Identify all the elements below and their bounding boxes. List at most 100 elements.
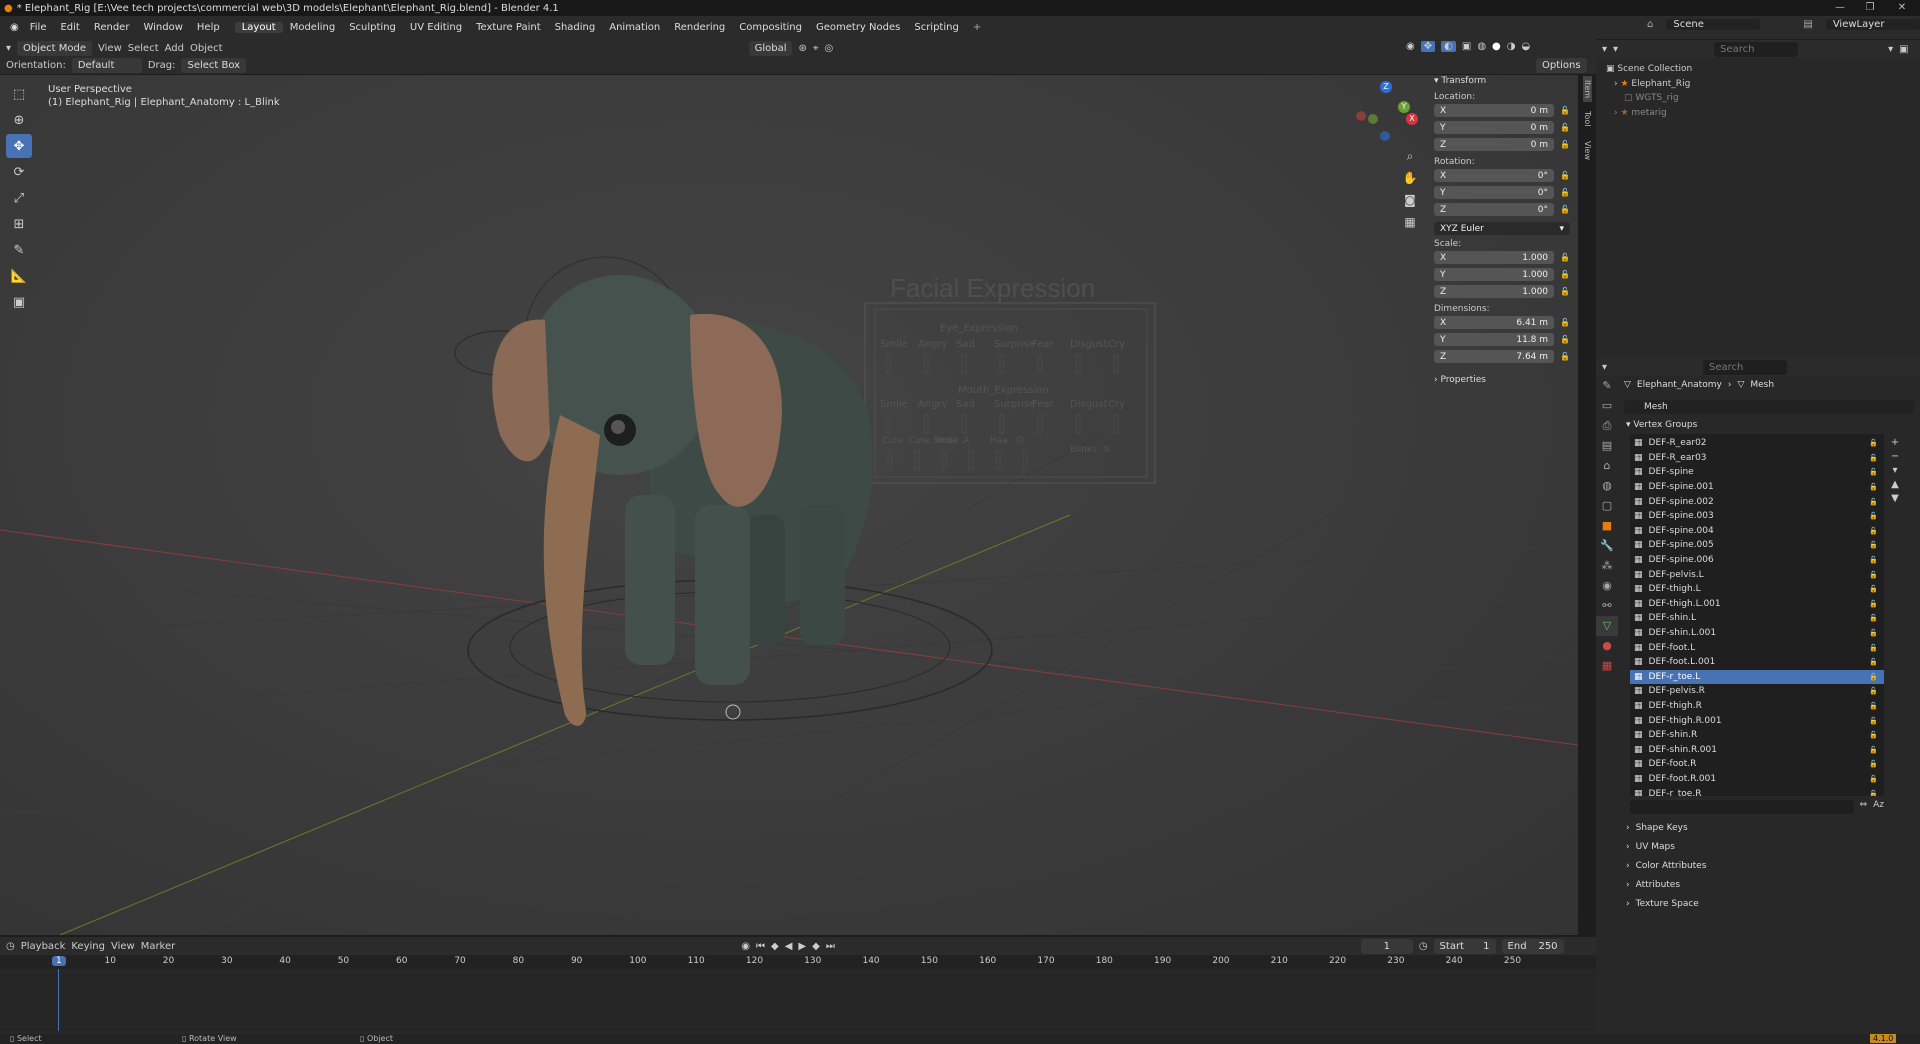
expression-slider[interactable] xyxy=(995,450,1001,470)
keyframe-area[interactable] xyxy=(0,969,1596,1031)
facial-expression-board[interactable]: Facial Expression Eye_Expression Mouth_E… xyxy=(864,273,1156,484)
transform-tool-icon[interactable]: ⊞ xyxy=(6,212,32,236)
xray-icon[interactable]: ▣ xyxy=(1462,41,1471,52)
properties-search-input[interactable]: Search xyxy=(1703,359,1788,375)
panel-attributes[interactable]: › Attributes xyxy=(1616,875,1916,894)
move-tool-icon[interactable]: ✥ xyxy=(6,134,32,158)
vertex-group-row[interactable]: ▦ DEF-spine.003 🔓 xyxy=(1630,509,1884,524)
vertex-group-row[interactable]: ▦ DEF-shin.R 🔓 xyxy=(1630,728,1884,743)
world-tab-icon[interactable]: ◍ xyxy=(1596,476,1618,496)
add-cube-tool-icon[interactable]: ▣ xyxy=(6,290,32,314)
mesh-name-field[interactable]: Mesh xyxy=(1624,400,1914,414)
expression-slider[interactable] xyxy=(941,450,947,470)
panel-uv-maps[interactable]: › UV Maps xyxy=(1616,837,1916,856)
playhead[interactable] xyxy=(58,969,59,1031)
view-menu[interactable]: View xyxy=(111,941,135,952)
lock-icon[interactable]: 🔓 xyxy=(1869,717,1878,725)
jump-start-icon[interactable]: ⏮ xyxy=(756,941,765,952)
expression-slider[interactable] xyxy=(923,354,929,374)
add-menu[interactable]: Add xyxy=(165,43,184,54)
3d-cursor[interactable] xyxy=(725,704,741,720)
object-menu[interactable]: Object xyxy=(190,43,223,54)
lock-icon[interactable]: 🔓 xyxy=(1869,760,1878,768)
expression-slider[interactable] xyxy=(1113,354,1119,374)
expression-slider[interactable] xyxy=(914,450,920,470)
play-reverse-icon[interactable]: ◀ xyxy=(785,941,793,952)
rot-x-field[interactable]: X 0° xyxy=(1434,169,1555,182)
mode-dropdown[interactable]: Object Mode xyxy=(17,40,93,56)
editor-type-icon[interactable]: ▾ xyxy=(6,43,11,54)
tab-rendering[interactable]: Rendering xyxy=(667,22,732,33)
outliner-item-elephant-rig[interactable]: › ★ Elephant_Rig xyxy=(1606,77,1910,92)
prev-keyframe-icon[interactable]: ◆ xyxy=(771,941,779,952)
lock-icon[interactable]: 🔓 xyxy=(1560,123,1570,132)
shading-material-icon[interactable]: ◑ xyxy=(1507,41,1516,52)
lock-icon[interactable]: 🔓 xyxy=(1869,556,1878,564)
expression-slider[interactable] xyxy=(961,414,967,434)
navigation-gizmo[interactable]: Z Y X xyxy=(1352,81,1418,145)
gizmo-neg-x[interactable] xyxy=(1356,111,1366,121)
outliner-search-input[interactable]: Search xyxy=(1714,41,1799,57)
viewlayer-selector[interactable]: ViewLayer xyxy=(1825,19,1920,30)
scl-y-field[interactable]: Y 1.000 xyxy=(1434,268,1555,281)
tab-texture-paint[interactable]: Texture Paint xyxy=(469,22,548,33)
drag-dropdown[interactable]: Select Box xyxy=(181,58,247,73)
expression-slider[interactable] xyxy=(887,450,893,470)
pan-hand-icon[interactable]: ✋ xyxy=(1400,167,1420,189)
expression-slider[interactable] xyxy=(1075,354,1081,374)
ortho-toggle-icon[interactable]: ▦ xyxy=(1400,211,1420,233)
scene-selector[interactable]: Scene xyxy=(1666,19,1761,30)
expression-slider[interactable] xyxy=(999,414,1005,434)
jump-end-icon[interactable]: ⏭ xyxy=(826,941,835,952)
vertex-group-row[interactable]: ▦ DEF-spine.004 🔓 xyxy=(1630,524,1884,539)
gizmo-neg-y[interactable] xyxy=(1368,114,1378,124)
lock-icon[interactable]: 🔓 xyxy=(1869,512,1878,520)
rotation-mode-dropdown[interactable]: XYZ Euler ▾ xyxy=(1434,222,1570,235)
data-tab-icon[interactable]: ▽ xyxy=(1596,616,1618,636)
menu-edit[interactable]: Edit xyxy=(53,22,86,33)
cursor-tool-icon[interactable]: ⊕ xyxy=(6,108,32,132)
maximize-button[interactable]: ❐ xyxy=(1856,0,1884,16)
lock-icon[interactable]: 🔓 xyxy=(1869,585,1878,593)
lock-icon[interactable]: 🔓 xyxy=(1560,352,1570,361)
render-tab-icon[interactable]: ▭ xyxy=(1596,396,1618,416)
shading-solid-icon[interactable]: ● xyxy=(1492,41,1501,52)
expression-slider[interactable] xyxy=(1037,354,1043,374)
display-mode-icon[interactable]: ▾ xyxy=(1613,44,1618,55)
rot-z-field[interactable]: Z 0° xyxy=(1434,203,1555,216)
expression-slider[interactable] xyxy=(885,354,891,374)
outliner-item-metarig[interactable]: › ★ metarig xyxy=(1606,106,1910,121)
lock-icon[interactable]: 🔓 xyxy=(1869,468,1878,476)
vertex-group-row[interactable]: ▦ DEF-spine.001 🔓 xyxy=(1630,480,1884,495)
lock-icon[interactable]: 🔓 xyxy=(1869,746,1878,754)
lock-icon[interactable]: 🔓 xyxy=(1869,439,1878,447)
measure-tool-icon[interactable]: 📐 xyxy=(6,264,32,288)
vertex-group-row[interactable]: ▦ DEF-spine 🔓 xyxy=(1630,465,1884,480)
vertex-group-row[interactable]: ▦ DEF-foot.R 🔓 xyxy=(1630,757,1884,772)
editor-type-icon[interactable]: ▾ xyxy=(1602,362,1607,373)
lock-icon[interactable]: 🔓 xyxy=(1869,498,1878,506)
select-box-tool-icon[interactable]: ⬚ xyxy=(6,82,32,106)
physics-tab-icon[interactable]: ◉ xyxy=(1596,576,1618,596)
snap-icon[interactable]: ⌖ xyxy=(813,43,819,54)
lock-icon[interactable]: 🔓 xyxy=(1869,541,1878,549)
constraints-tab-icon[interactable]: ⚯ xyxy=(1596,596,1618,616)
vertex-group-row[interactable]: ▦ DEF-pelvis.L 🔓 xyxy=(1630,567,1884,582)
expression-slider[interactable] xyxy=(1022,450,1028,470)
lock-icon[interactable]: 🔓 xyxy=(1560,318,1570,327)
rot-y-field[interactable]: Y 0° xyxy=(1434,186,1555,199)
expression-slider[interactable] xyxy=(885,414,891,434)
editor-type-icon[interactable]: ▾ xyxy=(1602,44,1607,55)
add-workspace-icon[interactable]: + xyxy=(966,22,988,33)
lock-icon[interactable]: 🔓 xyxy=(1560,287,1570,296)
expression-slider[interactable] xyxy=(1075,414,1081,434)
vertex-group-row[interactable]: ▦ DEF-foot.R.001 🔓 xyxy=(1630,772,1884,787)
menu-file[interactable]: File xyxy=(23,22,54,33)
object-tab-icon[interactable]: ■ xyxy=(1596,516,1618,536)
lock-icon[interactable]: 🔓 xyxy=(1869,658,1878,666)
view-menu[interactable]: View xyxy=(98,43,122,54)
vertex-group-row[interactable]: ▦ DEF-thigh.R 🔓 xyxy=(1630,699,1884,714)
vertex-group-row[interactable]: ▦ DEF-r_toe.R 🔓 xyxy=(1630,786,1884,796)
gizmo-neg-z[interactable] xyxy=(1380,131,1390,141)
tab-compositing[interactable]: Compositing xyxy=(732,22,809,33)
